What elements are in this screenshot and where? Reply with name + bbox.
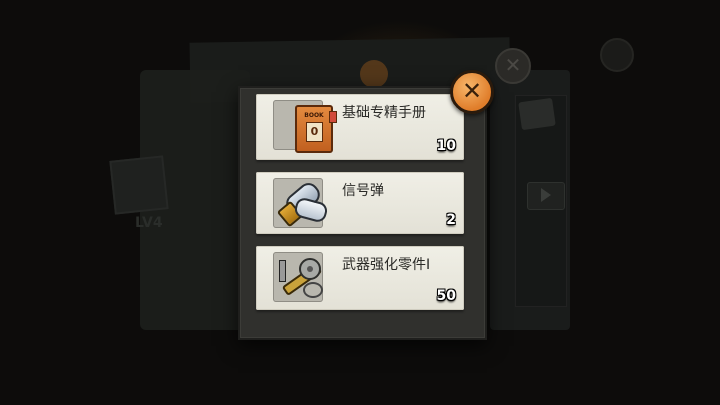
background-round-button [600, 38, 634, 72]
item-icon-slot [273, 252, 323, 302]
close-icon: ✕ [461, 77, 483, 105]
book-cover-label: BOOK [304, 112, 324, 119]
background-bread-icon [360, 60, 388, 88]
background-menu-icon [518, 97, 556, 131]
item-name: 武器强化零件I [342, 257, 431, 273]
bookmark-tab [329, 111, 337, 123]
play-icon [541, 188, 551, 202]
background-left-label: LV4 [135, 215, 163, 231]
gear-part [299, 258, 321, 280]
list-item[interactable]: 信号弹 2 [256, 172, 464, 234]
item-icon-slot [273, 178, 330, 228]
bolt-part [279, 260, 286, 282]
item-count: 10 [436, 138, 456, 154]
spring-part [303, 282, 323, 298]
list-item[interactable]: 武器强化零件I 50 [256, 246, 464, 310]
item-icon-slot: BOOK 0 [273, 100, 337, 153]
book-cover-number: 0 [306, 122, 323, 142]
item-name: 信号弹 [342, 183, 384, 199]
manual-book-icon: BOOK 0 [295, 105, 337, 153]
item-name: 基础专精手册 [342, 105, 426, 121]
close-button[interactable]: ✕ [450, 70, 494, 114]
background-close-icon: ✕ [495, 48, 531, 84]
item-count: 2 [446, 212, 456, 228]
background-card-left [109, 155, 169, 215]
list-item[interactable]: BOOK 0 基础专精手册 10 [256, 94, 464, 160]
item-count: 50 [436, 288, 456, 304]
